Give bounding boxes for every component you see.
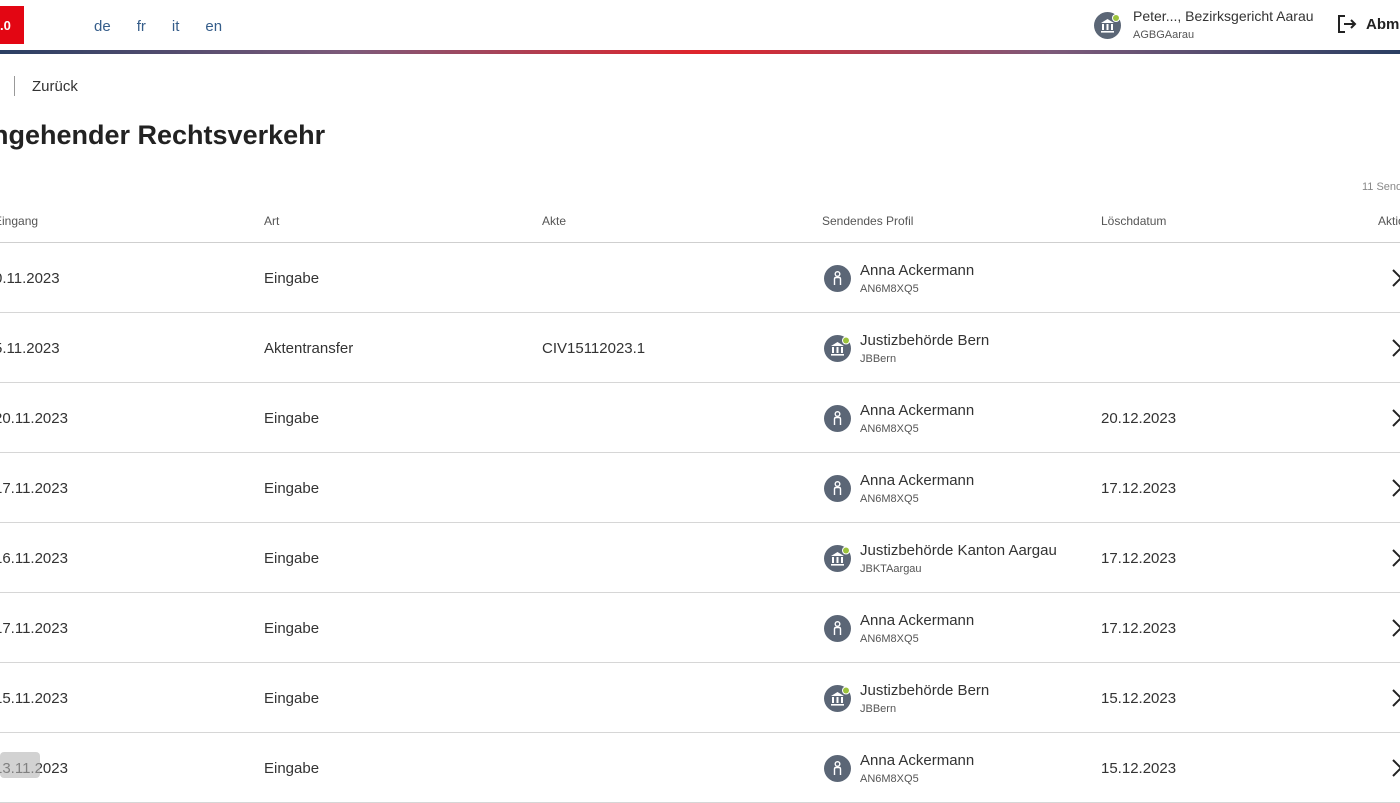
cell-art: Eingabe bbox=[264, 550, 320, 567]
table-row[interactable]: 15.11.2023 Eingabe Justizbehörde Bern JBBer… bbox=[0, 663, 1400, 733]
user-name: Peter..., Bezirksgericht Aarau bbox=[1133, 8, 1314, 24]
cell-loeschdatum: 17.12.2023 bbox=[1101, 620, 1177, 637]
sender-code: AN6M8XQ5 bbox=[860, 283, 919, 295]
sender-name: Justizbehörde Bern bbox=[860, 332, 990, 349]
cell-loeschdatum: 17.12.2023 bbox=[1101, 550, 1177, 567]
cell-art: Eingabe bbox=[264, 410, 320, 427]
courthouse-icon bbox=[824, 685, 851, 712]
cell-eingang: 15.11.2023 bbox=[0, 690, 68, 707]
app-logo[interactable]: .0 bbox=[0, 6, 24, 44]
chevron-right-icon[interactable] bbox=[1390, 267, 1400, 289]
courthouse-icon bbox=[824, 545, 851, 572]
table-row[interactable]: 0.11.2023 Eingabe Anna Ackermann AN6M8XQ5 bbox=[0, 243, 1400, 313]
sender-code: AN6M8XQ5 bbox=[860, 773, 919, 785]
incoming-table: Eingang Art Akte Sendendes Profil Löschd… bbox=[0, 200, 1400, 803]
back-divider bbox=[14, 76, 15, 96]
person-icon bbox=[824, 475, 851, 502]
user-profile[interactable]: Peter..., Bezirksgericht Aarau AGBGAarau bbox=[1094, 8, 1334, 44]
cell-art: Eingabe bbox=[264, 760, 320, 777]
sender-code: AN6M8XQ5 bbox=[860, 423, 919, 435]
courthouse-icon bbox=[1094, 12, 1121, 39]
sender-code: JBBern bbox=[860, 353, 897, 365]
table-row[interactable]: 16.11.2023 Eingabe Justizbehörde Kanton Aa… bbox=[0, 523, 1400, 593]
sender-name: Anna Ackermann bbox=[860, 262, 975, 279]
lang-de[interactable]: de bbox=[94, 18, 111, 35]
lang-en[interactable]: en bbox=[205, 18, 222, 35]
header-loeschdatum[interactable]: Löschdatum bbox=[1101, 214, 1166, 228]
header-akte[interactable]: Akte bbox=[542, 214, 566, 228]
cell-art: Eingabe bbox=[264, 480, 320, 497]
cell-art: Eingabe bbox=[264, 270, 320, 287]
cell-eingang: 17.11.2023 bbox=[0, 620, 68, 637]
lang-it[interactable]: it bbox=[172, 18, 180, 35]
chevron-right-icon[interactable] bbox=[1390, 407, 1400, 429]
sender-name: Justizbehörde Kanton Aargau bbox=[860, 542, 1057, 559]
chevron-right-icon[interactable] bbox=[1390, 617, 1400, 639]
cell-loeschdatum: 17.12.2023 bbox=[1101, 480, 1177, 497]
cell-art: Eingabe bbox=[264, 620, 320, 637]
cell-eingang: 17.11.2023 bbox=[0, 480, 68, 497]
cell-loeschdatum: 15.12.2023 bbox=[1101, 760, 1177, 777]
header-eingang[interactable]: Eingang bbox=[0, 214, 38, 228]
table-header: Eingang Art Akte Sendendes Profil Löschd… bbox=[0, 200, 1400, 243]
chevron-right-icon[interactable] bbox=[1390, 477, 1400, 499]
logo-text: .0 bbox=[0, 18, 11, 33]
logout-button[interactable]: Abme bbox=[1336, 12, 1400, 36]
lang-fr[interactable]: fr bbox=[137, 18, 146, 35]
cell-art: Eingabe bbox=[264, 690, 320, 707]
cell-eingang: 20.11.2023 bbox=[0, 410, 68, 427]
sender-code: JBKTAargau bbox=[860, 563, 922, 575]
chevron-right-icon[interactable] bbox=[1390, 687, 1400, 709]
table-body: 0.11.2023 Eingabe Anna Ackermann AN6M8XQ5 5.… bbox=[0, 243, 1400, 803]
header-sender[interactable]: Sendendes Profil bbox=[822, 214, 913, 228]
header-accent-bar bbox=[0, 50, 1400, 54]
table-row[interactable]: 13.11.2023EingabeAnna AckermannAN6M8XQ51… bbox=[0, 733, 1400, 803]
sender-code: JBBern bbox=[860, 703, 897, 715]
cell-eingang: 16.11.2023 bbox=[0, 550, 68, 567]
result-count: 11 Send bbox=[1362, 181, 1400, 193]
table-row[interactable]: 17.11.2023 Eingabe Anna Ackermann AN6M8XQ5 1… bbox=[0, 593, 1400, 663]
sender-code: AN6M8XQ5 bbox=[860, 493, 919, 505]
courthouse-icon bbox=[824, 335, 851, 362]
cell-loeschdatum: 15.12.2023 bbox=[1101, 690, 1177, 707]
app-header: .0 de fr it en Peter..., Bezirksgericht … bbox=[0, 0, 1400, 56]
sender-name: Anna Ackermann bbox=[860, 472, 975, 489]
logout-label: Abme bbox=[1366, 15, 1400, 33]
user-code: AGBGAarau bbox=[1133, 29, 1195, 41]
cell-loeschdatum: 20.12.2023 bbox=[1101, 410, 1177, 427]
sender-name: Anna Ackermann bbox=[860, 752, 975, 769]
sender-name: Justizbehörde Bern bbox=[860, 682, 990, 699]
cell-eingang: 0.11.2023 bbox=[0, 270, 60, 287]
language-switcher: de fr it en bbox=[94, 18, 248, 35]
cell-eingang: 5.11.2023 bbox=[0, 340, 60, 357]
back-link[interactable]: Zurück bbox=[32, 78, 78, 95]
overlay-chip bbox=[0, 752, 40, 778]
header-art[interactable]: Art bbox=[264, 214, 279, 228]
chevron-right-icon[interactable] bbox=[1390, 337, 1400, 359]
person-icon bbox=[824, 265, 851, 292]
sender-name: Anna Ackermann bbox=[860, 612, 975, 629]
cell-art: Aktentransfer bbox=[264, 340, 354, 357]
chevron-right-icon[interactable] bbox=[1390, 757, 1400, 779]
header-aktion: Aktio bbox=[1378, 214, 1400, 228]
logout-icon bbox=[1336, 13, 1358, 35]
sender-name: Anna Ackermann bbox=[860, 402, 975, 419]
person-icon bbox=[824, 615, 851, 642]
page-title: ngehender Rechtsverkehr bbox=[0, 120, 326, 150]
table-row[interactable]: 5.11.2023 Aktentransfer CIV15112023.1 Justi… bbox=[0, 313, 1400, 383]
person-icon bbox=[824, 405, 851, 432]
table-row[interactable]: 17.11.2023 Eingabe Anna Ackermann AN6M8XQ5 1… bbox=[0, 453, 1400, 523]
sender-code: AN6M8XQ5 bbox=[860, 633, 919, 645]
table-row[interactable]: 20.11.2023 Eingabe Anna Ackermann AN6M8XQ5 2… bbox=[0, 383, 1400, 453]
cell-akte: CIV15112023.1 bbox=[542, 340, 646, 357]
chevron-right-icon[interactable] bbox=[1390, 547, 1400, 569]
person-icon bbox=[824, 755, 851, 782]
